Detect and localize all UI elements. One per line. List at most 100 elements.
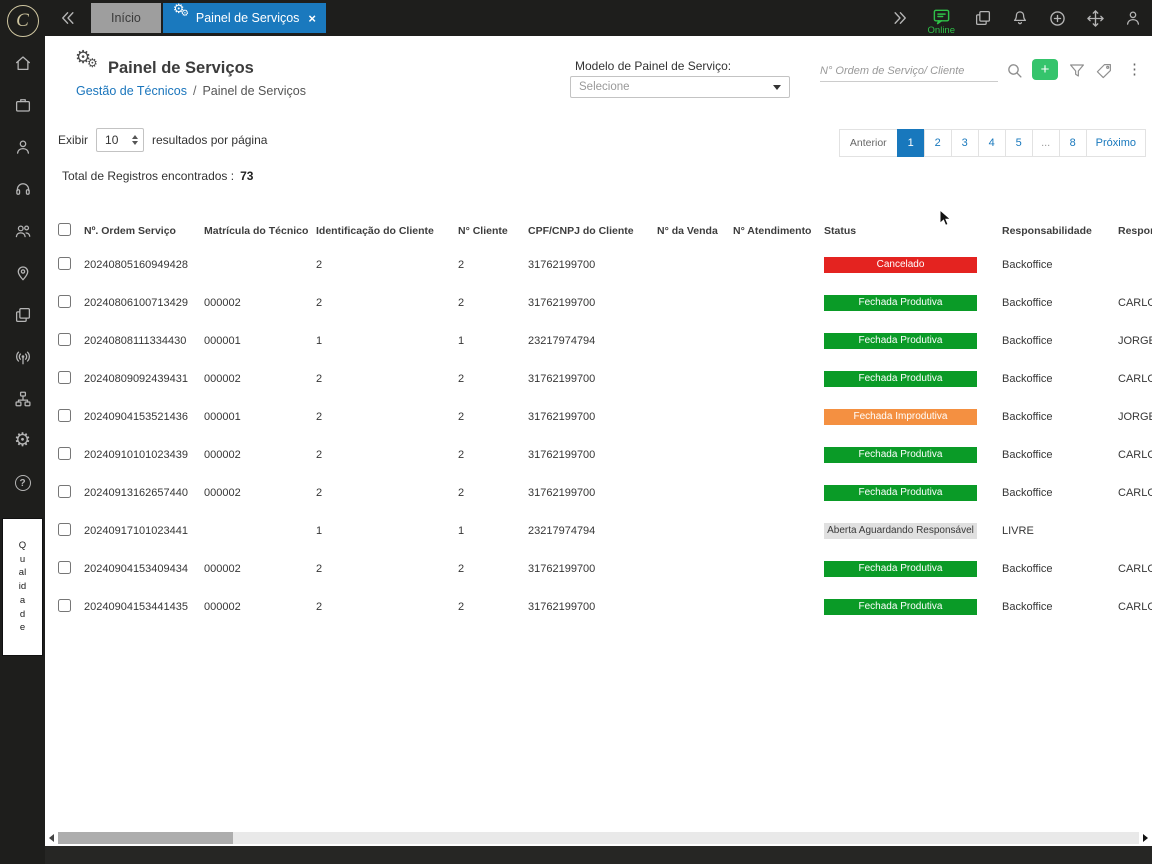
chat-status[interactable]: Online (928, 7, 955, 36)
cell-responsavel: CARLOS (1118, 449, 1152, 461)
table-row[interactable]: 20240910101023439 000002 2 2 31762199700… (45, 436, 1152, 474)
kebab-menu-icon[interactable]: ⋮ (1127, 59, 1142, 81)
pagination-ellipsis: ... (1032, 129, 1060, 157)
page-button-3[interactable]: 3 (951, 129, 979, 157)
headset-icon[interactable] (14, 180, 32, 198)
column-header: Identificação do Cliente (316, 225, 458, 237)
column-header: N° Cliente (458, 225, 528, 237)
scrollbar-track[interactable] (58, 832, 1139, 844)
cell-ordem-servico: 20240806100713429 (84, 297, 204, 309)
qualidade-label: Qualidade (18, 539, 27, 636)
bell-icon[interactable] (1011, 9, 1029, 27)
cell-responsavel: JORGE (1118, 411, 1152, 423)
cell-identificacao-cliente: 2 (316, 449, 458, 461)
cell-matricula: 000002 (204, 601, 316, 613)
add-button[interactable]: + (1032, 59, 1058, 80)
tab-label: Painel de Serviços (196, 11, 300, 25)
model-select[interactable]: Selecione (570, 76, 790, 98)
rewind-icon[interactable] (59, 9, 77, 27)
sitemap-icon[interactable] (14, 390, 32, 408)
status-badge: Fechada Produtiva (824, 447, 977, 463)
cell-cpf-cnpj: 31762199700 (528, 373, 657, 385)
row-checkbox[interactable] (58, 371, 71, 384)
row-checkbox[interactable] (58, 295, 71, 308)
previous-page-button[interactable]: Anterior (839, 129, 898, 157)
cell-n-cliente: 2 (458, 449, 528, 461)
tab-inicio[interactable]: Início (91, 3, 161, 33)
gear-icon[interactable]: ⚙ (14, 432, 32, 450)
page-button-8[interactable]: 8 (1059, 129, 1087, 157)
table-row[interactable]: 20240904153521436 000001 2 2 31762199700… (45, 398, 1152, 436)
qualidade-side-tab[interactable]: Qualidade (2, 518, 43, 656)
cell-ordem-servico: 20240917101023441 (84, 525, 204, 537)
row-checkbox[interactable] (58, 333, 71, 346)
row-checkbox[interactable] (58, 523, 71, 536)
breadcrumb: Gestão de Técnicos / Painel de Serviços (76, 84, 306, 98)
pagination: Anterior 12345...8 Próximo (839, 129, 1146, 157)
cell-responsavel: JORGE (1118, 335, 1152, 347)
profile-icon[interactable] (1124, 9, 1142, 27)
map-pin-icon[interactable] (14, 264, 32, 282)
row-checkbox[interactable] (58, 599, 71, 612)
tab-bar: Início ⚙⚙ Painel de Serviços × (91, 3, 326, 33)
row-checkbox[interactable] (58, 257, 71, 270)
table-row[interactable]: 20240805160949428 2 2 31762199700 Cancel… (45, 246, 1152, 284)
page-button-2[interactable]: 2 (924, 129, 952, 157)
table-row[interactable]: 20240913162657440 000002 2 2 31762199700… (45, 474, 1152, 512)
search-input[interactable] (820, 60, 998, 82)
column-header: Responsabilidade (1002, 225, 1118, 237)
help-icon[interactable]: ? (14, 474, 32, 492)
close-icon[interactable]: × (308, 11, 316, 26)
page-button-5[interactable]: 5 (1005, 129, 1033, 157)
user-icon[interactable] (14, 138, 32, 156)
move-arrows-icon[interactable] (1086, 9, 1105, 28)
breadcrumb-parent-link[interactable]: Gestão de Técnicos (76, 84, 187, 98)
cell-n-cliente: 1 (458, 525, 528, 537)
users-group-icon[interactable] (14, 222, 32, 240)
row-checkbox[interactable] (58, 409, 71, 422)
row-checkbox[interactable] (58, 447, 71, 460)
select-all-checkbox[interactable] (58, 223, 71, 236)
copy-pages-icon[interactable] (14, 306, 32, 324)
next-page-button[interactable]: Próximo (1086, 129, 1146, 157)
table-row[interactable]: 20240904153409434 000002 2 2 31762199700… (45, 550, 1152, 588)
search-icon[interactable] (1006, 62, 1024, 80)
scroll-left-arrow[interactable] (49, 834, 54, 842)
row-checkbox[interactable] (58, 561, 71, 574)
column-header: N° da Venda (657, 225, 733, 237)
briefcase-icon[interactable] (14, 96, 32, 114)
app-window: C (0, 0, 1152, 864)
table-row[interactable]: 20240809092439431 000002 2 2 31762199700… (45, 360, 1152, 398)
table-row[interactable]: 20240808111334430 000001 1 1 23217974794… (45, 322, 1152, 360)
page-header: ⚙⚙ Painel de Serviços (75, 58, 254, 78)
cell-matricula: 000002 (204, 487, 316, 499)
pagination-pages: 12345...8 (898, 129, 1087, 157)
page-button-4[interactable]: 4 (978, 129, 1006, 157)
per-page-label: resultados por página (152, 133, 267, 147)
table-row[interactable]: 20240806100713429 000002 2 2 31762199700… (45, 284, 1152, 322)
tab-painel-de-servicos[interactable]: ⚙⚙ Painel de Serviços × (163, 3, 326, 33)
row-checkbox[interactable] (58, 485, 71, 498)
model-select-label: Modelo de Painel de Serviço: (575, 59, 731, 73)
copy-windows-icon[interactable] (974, 9, 992, 27)
table-row[interactable]: 20240904153441435 000002 2 2 31762199700… (45, 588, 1152, 626)
page-button-1[interactable]: 1 (897, 129, 925, 157)
table-row[interactable]: 20240917101023441 1 1 23217974794 Aberta… (45, 512, 1152, 550)
plus-circle-icon[interactable] (1048, 9, 1067, 28)
tag-icon[interactable] (1095, 62, 1113, 80)
exibir-label: Exibir (58, 133, 88, 147)
cell-matricula: 000001 (204, 411, 316, 423)
scroll-right-arrow[interactable] (1143, 834, 1148, 842)
app-logo: C (7, 5, 39, 37)
home-icon[interactable] (14, 54, 32, 72)
scrollbar-thumb[interactable] (58, 832, 233, 844)
page-size-select[interactable]: 10 (96, 128, 144, 152)
cell-cpf-cnpj: 31762199700 (528, 297, 657, 309)
broadcast-icon[interactable] (14, 348, 32, 366)
total-records-value: 73 (240, 169, 253, 183)
status-badge: Fechada Produtiva (824, 371, 977, 387)
filter-funnel-icon[interactable] (1068, 62, 1086, 80)
page-size-row: Exibir 10 resultados por página (58, 128, 267, 152)
total-records-label: Total de Registros encontrados : (62, 169, 234, 183)
fast-forward-icon[interactable] (891, 9, 909, 27)
